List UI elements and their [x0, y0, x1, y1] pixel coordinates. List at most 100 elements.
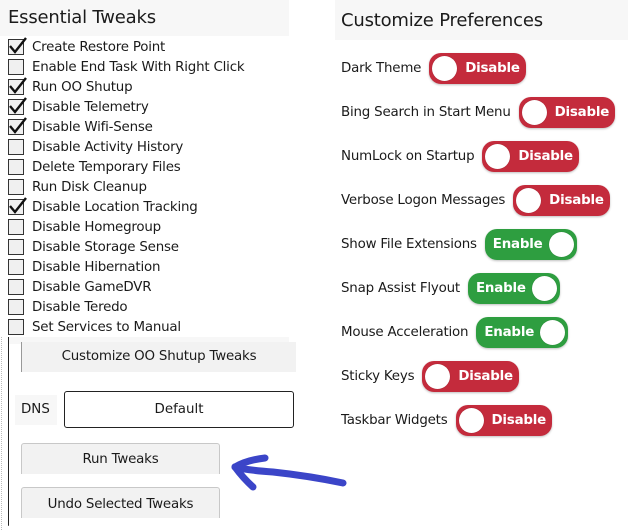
dns-label: DNS — [15, 395, 57, 425]
mouse-acceleration-toggle[interactable]: Enable — [476, 317, 569, 348]
toggle-state: Disable — [549, 193, 604, 208]
pref-taskbar-widgets: Taskbar Widgets Disable — [341, 405, 553, 436]
pref-label: Bing Search in Start Menu — [341, 105, 511, 120]
panel-border-dotted — [1, 337, 2, 530]
tweak-disable-hibernation[interactable]: Disable Hibernation — [8, 257, 244, 277]
pref-label: Sticky Keys — [341, 369, 415, 384]
toggle-state: Disable — [491, 413, 547, 428]
checkbox[interactable] — [8, 159, 24, 175]
run-tweaks-button[interactable]: Run Tweaks — [21, 443, 220, 474]
checkmark-icon — [9, 197, 27, 214]
toggle-state: Disable — [554, 105, 610, 120]
tweak-label: Disable Storage Sense — [32, 239, 179, 255]
checkbox[interactable] — [8, 59, 24, 75]
pref-snap-assist: Snap Assist Flyout Enable — [341, 273, 560, 304]
tweak-label: Delete Temporary Files — [32, 159, 181, 175]
snap-assist-toggle[interactable]: Enable — [467, 273, 560, 304]
taskbar-widgets-toggle[interactable]: Disable — [455, 405, 553, 436]
toggle-state: Disable — [518, 149, 573, 164]
tweak-disable-storage-sense[interactable]: Disable Storage Sense — [8, 237, 244, 257]
pref-label: Dark Theme — [341, 61, 422, 76]
tweak-disable-activity-history[interactable]: Disable Activity History — [8, 137, 244, 157]
dns-select[interactable]: Default — [64, 391, 294, 428]
tweak-label: Disable Location Tracking — [32, 199, 198, 215]
tweak-run-disk-cleanup[interactable]: Run Disk Cleanup — [8, 177, 244, 197]
essential-tweaks-list: Create Restore Point Enable End Task Wit… — [8, 37, 245, 337]
checkmark-icon — [9, 97, 27, 114]
toggle-knob — [516, 188, 542, 213]
pref-verbose-logon: Verbose Logon Messages Disable — [341, 185, 610, 216]
checkbox[interactable] — [8, 117, 27, 135]
pref-label: Mouse Acceleration — [341, 325, 469, 340]
tweak-label: Disable Hibernation — [32, 259, 161, 275]
pref-numlock: NumLock on Startup Disable — [341, 141, 579, 172]
tweak-label: Run Disk Cleanup — [32, 179, 147, 195]
essential-tweaks-header: Essential Tweaks — [0, 0, 289, 36]
checkbox[interactable] — [8, 279, 24, 295]
checkbox[interactable] — [8, 239, 24, 255]
tweak-label: Run OO Shutup — [32, 79, 133, 95]
tweak-disable-homegroup[interactable]: Disable Homegroup — [8, 217, 244, 237]
checkmark-icon — [9, 37, 27, 54]
customize-oo-shutup-button[interactable]: Customize OO Shutup Tweaks — [21, 342, 296, 372]
checkbox[interactable] — [8, 37, 27, 55]
tweak-label: Set Services to Manual — [32, 319, 181, 335]
undo-selected-tweaks-button[interactable]: Undo Selected Tweaks — [21, 487, 220, 518]
pref-label: Show File Extensions — [341, 237, 477, 252]
pref-label: Taskbar Widgets — [341, 413, 448, 428]
pref-file-extensions: Show File Extensions Enable — [341, 229, 577, 260]
bing-search-toggle[interactable]: Disable — [518, 97, 616, 128]
tweak-create-restore-point[interactable]: Create Restore Point — [8, 37, 244, 57]
toggle-knob — [485, 144, 511, 169]
checkbox[interactable] — [8, 139, 24, 155]
checkbox[interactable] — [8, 77, 27, 95]
tweak-label: Enable End Task With Right Click — [32, 59, 245, 75]
checkbox[interactable] — [8, 179, 24, 195]
dark-theme-toggle[interactable]: Disable — [429, 53, 526, 84]
pref-sticky-keys: Sticky Keys Disable — [341, 361, 519, 392]
checkmark-icon — [9, 117, 27, 134]
tweak-disable-location-tracking[interactable]: Disable Location Tracking — [8, 197, 244, 217]
tweak-label: Disable Wifi-Sense — [32, 119, 153, 135]
checkbox[interactable] — [8, 259, 24, 275]
tweak-disable-telemetry[interactable]: Disable Telemetry — [8, 97, 244, 117]
numlock-toggle[interactable]: Disable — [482, 141, 579, 172]
pref-mouse-acceleration: Mouse Acceleration Enable — [341, 317, 569, 348]
pref-dark-theme: Dark Theme Disable — [341, 53, 526, 84]
tweak-label: Disable Telemetry — [32, 99, 149, 115]
tweak-end-task-right-click[interactable]: Enable End Task With Right Click — [8, 57, 245, 77]
pref-label: Verbose Logon Messages — [341, 193, 506, 208]
toggle-knob — [521, 100, 547, 125]
hand-drawn-arrow-icon — [231, 454, 347, 491]
toggle-knob — [540, 320, 566, 345]
checkbox[interactable] — [8, 319, 24, 335]
tweak-disable-teredo[interactable]: Disable Teredo — [8, 297, 244, 317]
toggle-state: Disable — [465, 61, 520, 76]
toggle-state: Disable — [458, 369, 513, 384]
file-extensions-toggle[interactable]: Enable — [484, 229, 577, 260]
toggle-knob — [548, 232, 574, 257]
toggle-knob — [531, 276, 557, 301]
verbose-logon-toggle[interactable]: Disable — [513, 185, 610, 216]
panel-border — [8, 337, 9, 526]
checkbox[interactable] — [8, 97, 27, 115]
tweak-disable-wifi-sense[interactable]: Disable Wifi-Sense — [8, 117, 244, 137]
sticky-keys-toggle[interactable]: Disable — [422, 361, 519, 392]
customize-preferences-header: Customize Preferences — [335, 0, 628, 40]
tweak-services-manual[interactable]: Set Services to Manual — [8, 317, 244, 337]
pref-label: Snap Assist Flyout — [341, 281, 460, 296]
toggle-knob — [458, 408, 484, 433]
toggle-knob — [432, 56, 458, 81]
tweak-label: Disable Teredo — [32, 299, 128, 315]
pref-bing-search: Bing Search in Start Menu Disable — [341, 97, 616, 128]
tweak-run-oo-shutup[interactable]: Run OO Shutup — [8, 77, 244, 97]
tweak-label: Create Restore Point — [32, 39, 166, 55]
tweak-label: Disable Activity History — [32, 139, 184, 155]
checkbox[interactable] — [8, 299, 24, 315]
checkbox[interactable] — [8, 197, 27, 215]
tweak-disable-gamedvr[interactable]: Disable GameDVR — [8, 277, 244, 297]
toggle-state: Enable — [492, 237, 543, 252]
pref-label: NumLock on Startup — [341, 149, 475, 164]
tweak-delete-temp-files[interactable]: Delete Temporary Files — [8, 157, 244, 177]
checkbox[interactable] — [8, 219, 24, 235]
